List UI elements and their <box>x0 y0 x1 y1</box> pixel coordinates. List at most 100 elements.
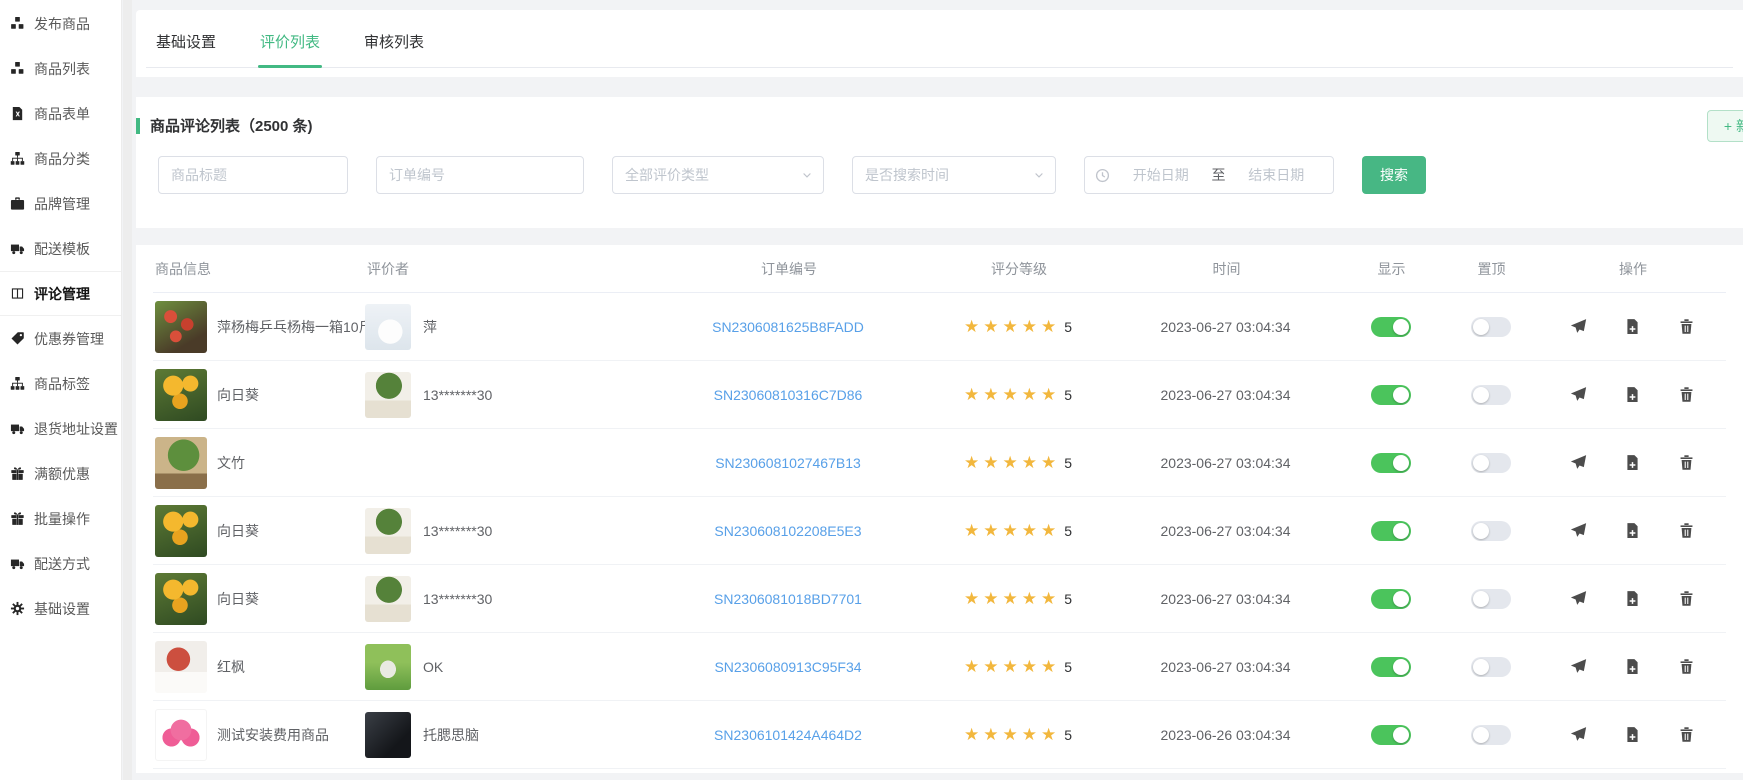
truck-icon <box>10 421 25 436</box>
product-name: 测试安装费用商品 <box>217 725 329 745</box>
truck-icon <box>10 556 25 571</box>
toggle-knob <box>1473 727 1489 743</box>
product-title-input[interactable] <box>158 156 348 194</box>
toggle-knob <box>1393 319 1409 335</box>
table-row: 向日葵 13*******30 SN230608102208E5E3 ★★★★★… <box>153 497 1726 565</box>
sidebar-scrollbar[interactable] <box>123 0 132 780</box>
send-icon[interactable] <box>1570 726 1587 743</box>
reviewer-avatar <box>365 508 411 554</box>
order-number-link[interactable]: SN23060810316C7D86 <box>714 387 863 403</box>
order-number-input[interactable] <box>376 156 584 194</box>
file-icon <box>10 106 25 121</box>
order-number-link[interactable]: SN2306101424A464D2 <box>714 727 862 743</box>
sidebar-item-truck[interactable]: 配送方式 <box>0 541 121 586</box>
pin-toggle[interactable] <box>1471 453 1511 473</box>
product-image <box>155 301 207 353</box>
trash-icon[interactable] <box>1678 386 1695 403</box>
filter-panel: 商品评论列表（2500 条) + 新增 全部评价类型 是否搜索时间 开始日期 至 <box>136 97 1743 228</box>
trash-icon[interactable] <box>1678 726 1695 743</box>
send-icon[interactable] <box>1570 590 1587 607</box>
order-number-link[interactable]: SN2306080913C95F34 <box>714 659 861 675</box>
sidebar-item-cubes[interactable]: 发布商品 <box>0 1 121 46</box>
sidebar-item-gear[interactable]: 基础设置 <box>0 586 121 631</box>
sidebar-item-label: 基础设置 <box>34 599 90 619</box>
review-type-select[interactable]: 全部评价类型 <box>612 156 824 194</box>
column-header: 评分等级 <box>923 259 1113 279</box>
trash-icon[interactable] <box>1678 658 1695 675</box>
file-plus-icon[interactable] <box>1624 522 1641 539</box>
sidebar-item-gift[interactable]: 满额优惠 <box>0 451 121 496</box>
sidebar-item-sitemap[interactable]: 商品分类 <box>0 136 121 181</box>
show-toggle[interactable] <box>1371 317 1411 337</box>
review-type-value: 全部评价类型 <box>625 165 709 185</box>
tab[interactable]: 审核列表 <box>362 10 426 67</box>
order-number-link[interactable]: SN2306081027467B13 <box>715 455 861 471</box>
table-row: 向日葵 13*******30 SN23060810316C7D86 ★★★★★… <box>153 361 1726 429</box>
sidebar-item-gift[interactable]: 批量操作 <box>0 496 121 541</box>
order-number-link[interactable]: SN2306081625B8FADD <box>712 319 864 335</box>
rating-value: 5 <box>1064 319 1072 335</box>
review-time: 2023-06-27 03:04:34 <box>1161 319 1291 335</box>
add-button[interactable]: + 新增 <box>1707 110 1743 142</box>
pin-toggle[interactable] <box>1471 657 1511 677</box>
trash-icon[interactable] <box>1678 590 1695 607</box>
file-plus-icon[interactable] <box>1624 386 1641 403</box>
send-icon[interactable] <box>1570 318 1587 335</box>
sidebar-item-file[interactable]: 商品表单 <box>0 91 121 136</box>
show-toggle[interactable] <box>1371 725 1411 745</box>
pin-toggle[interactable] <box>1471 589 1511 609</box>
sitemap-icon <box>10 151 25 166</box>
trash-icon[interactable] <box>1678 318 1695 335</box>
rating-value: 5 <box>1064 591 1072 607</box>
send-icon[interactable] <box>1570 658 1587 675</box>
table-body: 萍杨梅乒乓杨梅一箱10斤 萍 SN2306081625B8FADD ★★★★★ … <box>153 293 1726 769</box>
trash-icon[interactable] <box>1678 522 1695 539</box>
reviews-table: 商品信息评价者订单编号评分等级时间显示置顶操作 萍杨梅乒乓杨梅一箱10斤 萍 S… <box>136 245 1743 773</box>
product-image <box>155 709 207 761</box>
sidebar-item-label: 评论管理 <box>34 284 90 304</box>
sidebar-item-columns[interactable]: 评论管理 <box>0 271 121 316</box>
show-toggle[interactable] <box>1371 385 1411 405</box>
pin-toggle[interactable] <box>1471 521 1511 541</box>
toggle-knob <box>1393 727 1409 743</box>
sidebar-item-truck[interactable]: 配送模板 <box>0 226 121 271</box>
sidebar-item-label: 发布商品 <box>34 14 90 34</box>
date-range-picker[interactable]: 开始日期 至 结束日期 <box>1084 156 1334 194</box>
file-plus-icon[interactable] <box>1624 726 1641 743</box>
trash-icon[interactable] <box>1678 454 1695 471</box>
gear-icon <box>10 601 25 616</box>
pin-toggle[interactable] <box>1471 385 1511 405</box>
show-toggle[interactable] <box>1371 453 1411 473</box>
file-plus-icon[interactable] <box>1624 454 1641 471</box>
pin-toggle[interactable] <box>1471 317 1511 337</box>
order-number-link[interactable]: SN230608102208E5E3 <box>714 523 861 539</box>
file-plus-icon[interactable] <box>1624 318 1641 335</box>
show-toggle[interactable] <box>1371 521 1411 541</box>
time-search-select[interactable]: 是否搜索时间 <box>852 156 1056 194</box>
sidebar-item-tag[interactable]: 优惠券管理 <box>0 316 121 361</box>
send-icon[interactable] <box>1570 454 1587 471</box>
pin-toggle[interactable] <box>1471 725 1511 745</box>
sidebar-item-briefcase[interactable]: 品牌管理 <box>0 181 121 226</box>
sidebar-item-sitemap[interactable]: 商品标签 <box>0 361 121 406</box>
sidebar-item-label: 批量操作 <box>34 509 90 529</box>
rating-stars: ★★★★★ <box>964 589 1060 609</box>
file-plus-icon[interactable] <box>1624 658 1641 675</box>
briefcase-icon <box>10 196 25 211</box>
send-icon[interactable] <box>1570 522 1587 539</box>
tabs-panel: 基础设置 评价列表 审核列表 <box>136 10 1743 77</box>
search-button[interactable]: 搜索 <box>1362 156 1426 194</box>
show-toggle[interactable] <box>1371 657 1411 677</box>
show-toggle[interactable] <box>1371 589 1411 609</box>
tab[interactable]: 评价列表 <box>258 10 322 67</box>
send-icon[interactable] <box>1570 386 1587 403</box>
order-number-link[interactable]: SN2306081018BD7701 <box>714 591 862 607</box>
review-time: 2023-06-27 03:04:34 <box>1161 387 1291 403</box>
sidebar-item-label: 满额优惠 <box>34 464 90 484</box>
file-plus-icon[interactable] <box>1624 590 1641 607</box>
toggle-knob <box>1473 455 1489 471</box>
tab[interactable]: 基础设置 <box>154 10 218 67</box>
sidebar-item-truck[interactable]: 退货地址设置 <box>0 406 121 451</box>
sidebar-item-cubes[interactable]: 商品列表 <box>0 46 121 91</box>
column-header: 订单编号 <box>653 259 923 279</box>
